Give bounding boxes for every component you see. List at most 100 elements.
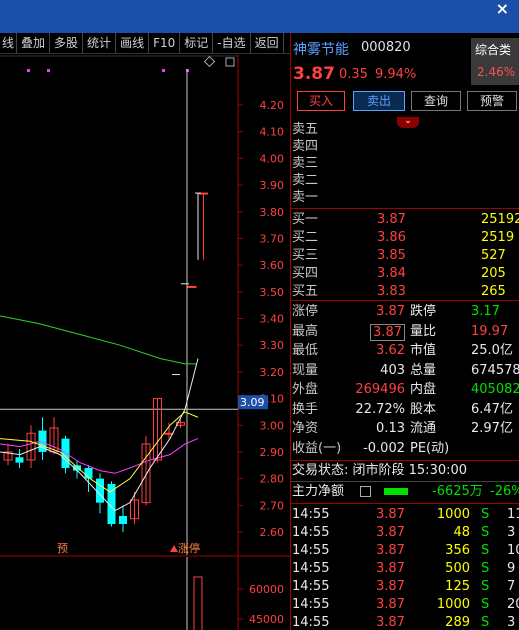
kline-chart[interactable]: 4.20 4.10 4.00 3.90 3.80 3.70 3.60 3.50 3.40 3.30… bbox=[0, 55, 290, 630]
stat-row: 收益(一) -0.002 PE(动) bbox=[291, 440, 519, 458]
toolbar-item-7[interactable]: 返回 bbox=[251, 33, 284, 53]
y-tick-label: 2.90 bbox=[260, 446, 285, 459]
toolbar-item-0[interactable]: 叠加 bbox=[17, 33, 51, 53]
sell-button[interactable]: 卖出 bbox=[353, 91, 405, 111]
tick-time: 14:55 bbox=[292, 543, 330, 558]
tick-count: 20 bbox=[507, 597, 519, 612]
stat-label: 跌停 bbox=[410, 304, 437, 319]
stat-label: 涨停 bbox=[292, 304, 319, 319]
stat-value: 269496 bbox=[355, 382, 405, 397]
up-arrow-icon bbox=[170, 545, 178, 552]
vol-tick-label: 45000 bbox=[249, 613, 284, 626]
stock-code: 000820 bbox=[361, 40, 411, 55]
tick-side: S bbox=[481, 543, 490, 558]
bid-volume: 265 bbox=[481, 284, 506, 299]
bid-label: 买五 bbox=[292, 284, 319, 299]
ask-label: 卖三 bbox=[292, 156, 319, 171]
close-icon[interactable]: × bbox=[496, 1, 509, 17]
bid-row: 买三 3.85 527 bbox=[291, 247, 519, 265]
toolbar-item-6[interactable]: -自选 bbox=[213, 33, 251, 53]
quote-panel: 神雾节能 000820 3.87 0.35 9.94% 综合类 2.46% 买入… bbox=[290, 33, 519, 630]
bid-row: 买二 3.86 2519 bbox=[291, 229, 519, 247]
buy-button[interactable]: 买入 bbox=[297, 91, 345, 111]
tick-row: 14:55 3.87 1000 S 20 bbox=[291, 596, 519, 614]
chart-toolbar: 线 叠加 多股 统计 画线 F10 标记 -自选 返回 bbox=[0, 33, 290, 54]
ask-label: 卖五 bbox=[292, 122, 319, 137]
stat-value: 2.97亿 bbox=[471, 421, 513, 436]
stock-name[interactable]: 神雾节能 bbox=[293, 39, 349, 59]
toolbar-item-3[interactable]: 画线 bbox=[116, 33, 150, 53]
flow-menu-icon[interactable] bbox=[360, 486, 371, 497]
y-tick-label: 2.80 bbox=[260, 473, 285, 486]
stat-value: 22.72% bbox=[355, 401, 405, 417]
ask-row: 卖二 bbox=[291, 172, 519, 190]
toolbar-item-4[interactable]: F10 bbox=[149, 33, 181, 53]
bid-price: 3.83 bbox=[377, 284, 406, 299]
tick-price: 3.87 bbox=[376, 543, 405, 558]
query-button[interactable]: 查询 bbox=[411, 91, 461, 111]
tick-volume: 356 bbox=[445, 543, 470, 558]
divider bbox=[291, 300, 519, 301]
main-flow-label: 主力净额 bbox=[292, 484, 345, 499]
tick-volume: 125 bbox=[445, 579, 470, 594]
candle-body bbox=[96, 478, 104, 503]
stat-value: 674578 bbox=[471, 362, 519, 378]
stat-value: 25.0亿 bbox=[471, 343, 513, 358]
cursor-value: 3.09 bbox=[240, 396, 265, 409]
stat-row: 最高 3.87 量比 19.97 bbox=[291, 323, 519, 341]
toolbar-item-2[interactable]: 统计 bbox=[83, 33, 117, 53]
signal-dot bbox=[27, 69, 30, 72]
y-tick-label: 3.50 bbox=[260, 286, 285, 299]
tick-side: S bbox=[481, 507, 490, 522]
bid-row: 买五 3.83 265 bbox=[291, 283, 519, 301]
warn-button[interactable]: 预警 bbox=[467, 91, 517, 111]
title-bar: × bbox=[0, 0, 519, 33]
ask-label: 卖二 bbox=[292, 173, 319, 188]
main-flow-pct: -26% bbox=[490, 484, 519, 499]
stat-label: 量比 bbox=[410, 323, 437, 339]
stat-row: 换手 22.72% 股本 6.47亿 bbox=[291, 401, 519, 419]
tick-price: 3.87 bbox=[376, 561, 405, 576]
stat-label: 现量 bbox=[292, 362, 319, 378]
panel-toggle-icon[interactable] bbox=[225, 57, 235, 67]
stock-header: 神雾节能 000820 3.87 0.35 9.94% 综合类 2.46% bbox=[291, 33, 519, 89]
stat-value: 3.87 bbox=[376, 304, 405, 319]
stock-price: 3.87 bbox=[293, 64, 335, 84]
tick-volume: 1000 bbox=[436, 507, 470, 522]
ask-label: 卖一 bbox=[292, 190, 319, 205]
sector-rank-box[interactable]: 综合类 2.46% bbox=[471, 38, 519, 85]
toolbar-item-line[interactable]: 线 bbox=[0, 33, 18, 53]
flow-bar bbox=[384, 488, 408, 495]
stat-label: 最低 bbox=[292, 343, 319, 358]
tick-count: 10 bbox=[507, 543, 519, 558]
tick-volume: 1000 bbox=[436, 597, 470, 612]
candle-body bbox=[15, 457, 24, 463]
tick-count: 3 bbox=[507, 525, 516, 540]
tick-row: 14:55 3.87 1000 S 11 bbox=[291, 506, 519, 524]
stat-label: PE(动) bbox=[410, 440, 450, 456]
tick-side: S bbox=[481, 561, 490, 576]
tick-count: 7 bbox=[507, 579, 516, 594]
stat-row: 现量 403 总量 674578 bbox=[291, 362, 519, 380]
stat-value: 0.13 bbox=[376, 421, 405, 436]
stat-value: -0.002 bbox=[363, 440, 405, 456]
tick-time: 14:55 bbox=[292, 525, 330, 540]
diamond-icon[interactable] bbox=[203, 55, 216, 68]
toolbar-item-5[interactable]: 标记 bbox=[180, 33, 214, 53]
bid-volume: 527 bbox=[481, 248, 506, 263]
bid-label: 买三 bbox=[292, 248, 319, 263]
stat-label: 最高 bbox=[292, 323, 319, 339]
ask-row: 卖五 bbox=[291, 121, 519, 139]
y-tick-label: 3.20 bbox=[260, 366, 285, 379]
stat-label: 市值 bbox=[410, 343, 437, 358]
stat-label: 外盘 bbox=[292, 382, 319, 397]
tick-time: 14:55 bbox=[292, 615, 330, 630]
tick-price: 3.87 bbox=[376, 507, 405, 522]
bid-label: 买二 bbox=[292, 230, 319, 245]
stat-row: 外盘 269496 内盘 405082 bbox=[291, 381, 519, 399]
bid-price: 3.85 bbox=[377, 248, 406, 263]
y-tick-label: 3.90 bbox=[260, 179, 285, 192]
toolbar-item-1[interactable]: 多股 bbox=[50, 33, 84, 53]
y-tick-label: 3.40 bbox=[260, 313, 285, 326]
tick-count: 9 bbox=[507, 561, 516, 576]
